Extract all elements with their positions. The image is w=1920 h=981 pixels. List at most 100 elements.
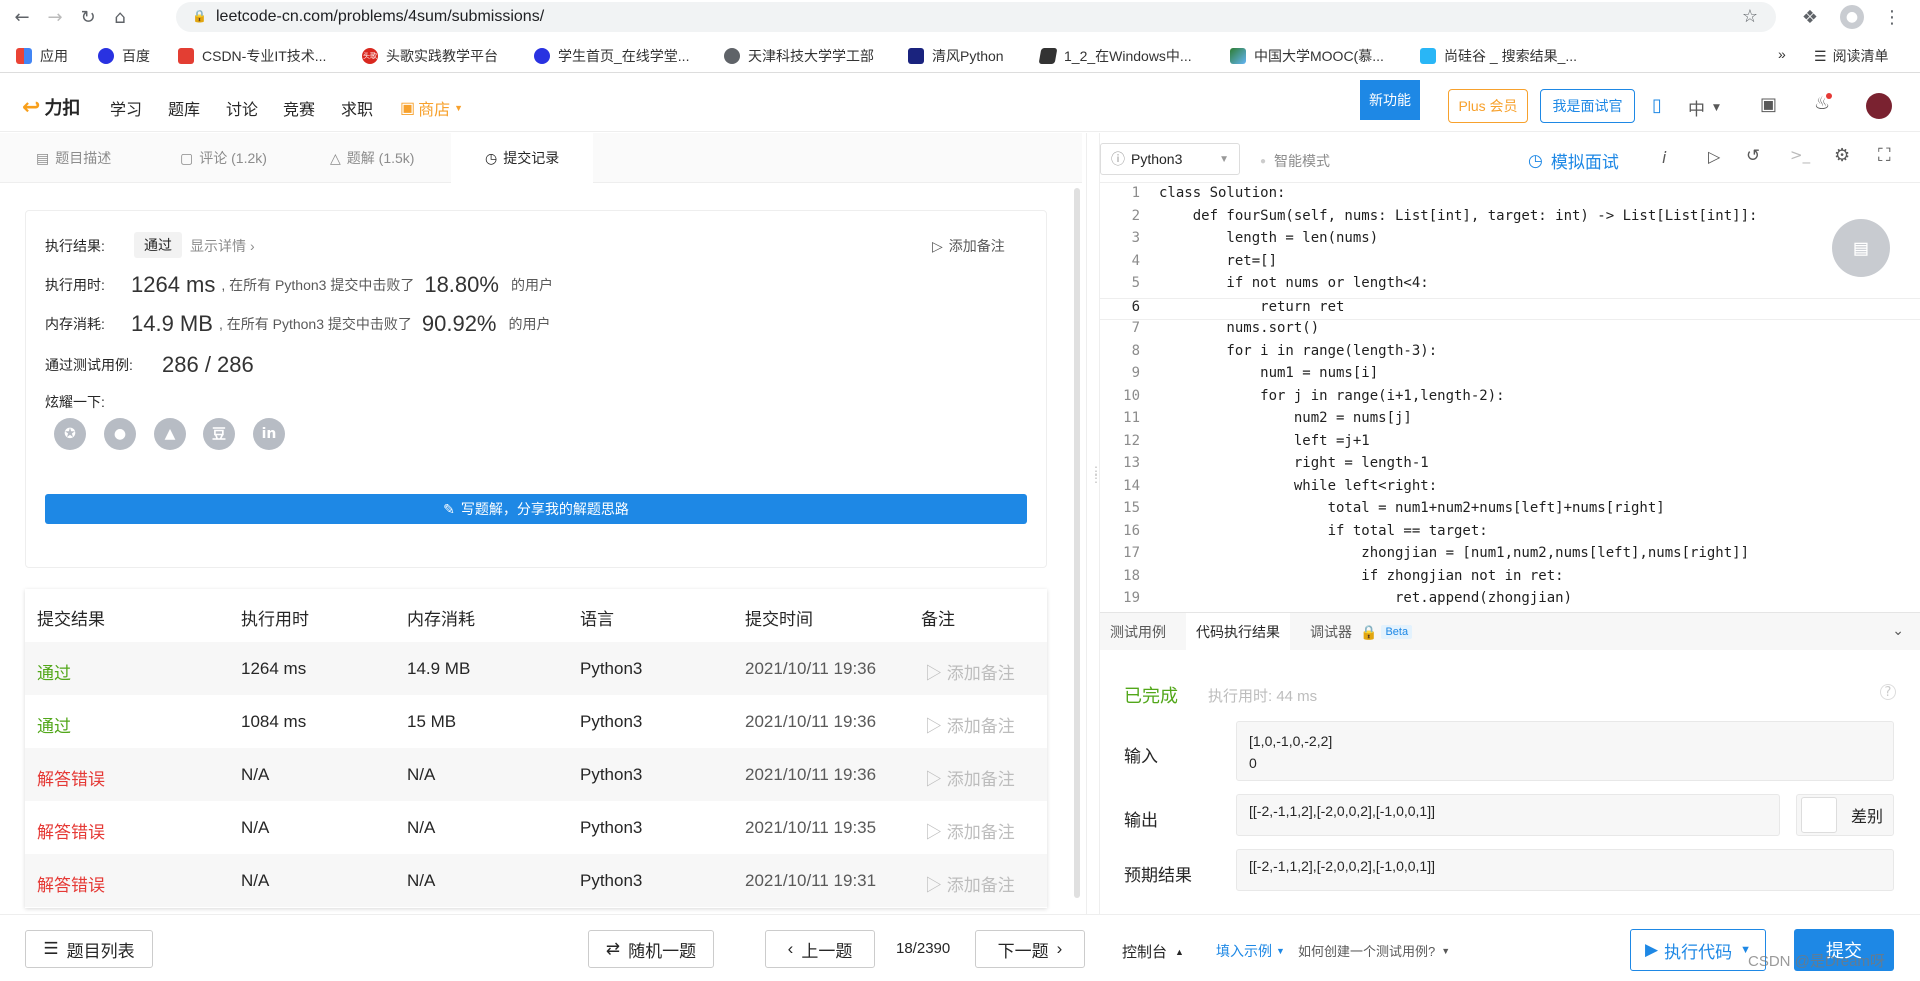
code-line: 13 right = length-1 bbox=[1123, 455, 1429, 471]
code-line: 17 zhongjian = [num1,num2,nums[left],num… bbox=[1123, 545, 1750, 561]
tab-comments[interactable]: ▢ 评论 (1.2k) bbox=[180, 133, 267, 183]
address-bar[interactable]: 🔒 leetcode-cn.com/problems/4sum/submissi… bbox=[176, 2, 1776, 32]
nav-jobs[interactable]: 求职 bbox=[341, 96, 373, 120]
globe-icon bbox=[724, 48, 740, 64]
nav-contest[interactable]: 竞赛 bbox=[283, 96, 315, 120]
bookmark-windows[interactable]: 1_2_在Windows中... bbox=[1038, 46, 1192, 66]
info-icon[interactable]: i bbox=[1662, 148, 1666, 167]
language-switch[interactable]: 中 ▼ bbox=[1688, 95, 1720, 120]
notes-floating-icon[interactable]: ▤ bbox=[1832, 219, 1890, 277]
nav-learn[interactable]: 学习 bbox=[110, 96, 142, 120]
douban-icon[interactable]: 豆 bbox=[203, 418, 235, 450]
memory-percentile: 90.92% bbox=[421, 311, 497, 336]
reading-list[interactable]: ☰ 阅读清单 bbox=[1814, 46, 1889, 66]
diff-switch[interactable] bbox=[1801, 797, 1837, 833]
bookmark-xuetang[interactable]: 学生首页_在线学堂... bbox=[534, 46, 689, 66]
left-scrollbar[interactable] bbox=[1074, 188, 1080, 898]
row-add-note[interactable]: ▷ 添加备注 bbox=[925, 818, 1015, 843]
star-icon[interactable]: ☆ bbox=[1742, 6, 1758, 27]
app-header: ↩ 力扣 学习 题库 讨论 竞赛 求职 ▣ 商店 ▼ 新功能 Plus 会员 我是面… bbox=[0, 80, 1920, 132]
profile-icon[interactable]: ● bbox=[1840, 5, 1864, 29]
row-add-note[interactable]: ▷ 添加备注 bbox=[925, 659, 1015, 684]
smart-mode-toggle[interactable]: ● 智能模式 bbox=[1260, 151, 1330, 171]
table-row[interactable]: 通过 1084 ms 15 MB Python3 2021/10/11 19:3… bbox=[25, 695, 1047, 748]
language-select[interactable]: ⓘ Python3 ▼ bbox=[1100, 143, 1240, 175]
mock-interview-button[interactable]: ◷ 模拟面试 bbox=[1528, 148, 1619, 173]
reload-icon[interactable]: ↻ bbox=[76, 5, 100, 29]
settings-icon[interactable]: ⚙ bbox=[1834, 145, 1850, 166]
csdn-icon bbox=[178, 48, 194, 64]
bookmark-shangguigu[interactable]: 尚硅谷 _ 搜索结果_... bbox=[1420, 46, 1577, 66]
collapse-icon[interactable]: ⌄ bbox=[1892, 623, 1904, 639]
logo[interactable]: ↩ 力扣 bbox=[22, 94, 80, 120]
tab-run-result[interactable]: 代码执行结果 bbox=[1186, 613, 1290, 651]
prev-problem-button[interactable]: ‹ 上一题 bbox=[765, 930, 875, 968]
description-icon: ▤ bbox=[36, 149, 50, 166]
bookmarks-overflow[interactable]: » bbox=[1778, 46, 1786, 62]
fill-example-button[interactable]: 填入示例 ▼ bbox=[1216, 941, 1285, 961]
clock-icon: ◷ bbox=[485, 149, 498, 166]
table-row[interactable]: 通过 1264 ms 14.9 MB Python3 2021/10/11 19… bbox=[25, 642, 1047, 695]
bell-icon[interactable]: ♨ bbox=[1814, 93, 1832, 114]
show-details-link[interactable]: 显示详情 › bbox=[190, 236, 255, 256]
bookmark-qingfeng[interactable]: 清风Python bbox=[908, 46, 1004, 66]
code-line: 1 class Solution: bbox=[1131, 185, 1286, 201]
home-icon[interactable]: ⌂ bbox=[108, 5, 132, 29]
testcases-value: 286 / 286 bbox=[162, 352, 254, 377]
tab-debugger[interactable]: 调试器 🔒 Beta bbox=[1310, 613, 1413, 651]
code-editor[interactable]: 1 class Solution: 2 def fourSum(self, num… bbox=[1100, 183, 1920, 607]
weibo-icon[interactable]: ● bbox=[104, 418, 136, 450]
next-problem-button[interactable]: 下一题 › bbox=[975, 930, 1085, 968]
avatar[interactable] bbox=[1866, 93, 1892, 119]
bookmark-mooc[interactable]: 中国大学MOOC(慕... bbox=[1230, 46, 1384, 66]
back-icon[interactable]: ← bbox=[10, 5, 34, 29]
bookmark-touge[interactable]: 头歌 头歌实践教学平台 bbox=[362, 46, 498, 66]
extensions-icon[interactable]: ❖ bbox=[1798, 5, 1822, 29]
output-box: [[-2,-1,1,2],[-2,0,0,2],[-1,0,0,1]] bbox=[1236, 794, 1780, 836]
qq-icon[interactable]: ▲ bbox=[154, 418, 186, 450]
how-create-testcase[interactable]: 如何创建一个测试用例? ▼ bbox=[1298, 941, 1450, 960]
nav-store[interactable]: ▣ 商店 ▼ bbox=[400, 96, 463, 120]
console-window-icon[interactable]: ▣ bbox=[1760, 94, 1777, 115]
nav-problems[interactable]: 题库 bbox=[168, 96, 200, 120]
menu-icon[interactable]: ⋮ bbox=[1880, 5, 1904, 29]
panel-divider[interactable]: ⋮ ⋮ bbox=[1086, 133, 1102, 914]
linkedin-icon[interactable]: in bbox=[253, 418, 285, 450]
bookmark-tust[interactable]: 天津科技大学学工部 bbox=[724, 46, 874, 66]
code-line: 2 def fourSum(self, nums: List[int], tar… bbox=[1131, 207, 1758, 224]
bookmark-apps[interactable]: 应用 bbox=[16, 46, 68, 66]
tab-submissions[interactable]: ◷ 提交记录 bbox=[451, 133, 594, 183]
mobile-icon[interactable]: ▯ bbox=[1652, 95, 1662, 116]
table-row[interactable]: 解答错误 N/A N/A Python3 2021/10/11 19:36 ▷ … bbox=[25, 748, 1047, 801]
console-toggle[interactable]: 控制台 ▲ bbox=[1122, 941, 1184, 962]
add-note-button[interactable]: ▷ 添加备注 bbox=[932, 236, 1005, 256]
row-add-note[interactable]: ▷ 添加备注 bbox=[925, 765, 1015, 790]
diff-toggle[interactable]: 差别 bbox=[1796, 794, 1894, 836]
random-problem-button[interactable]: ⇄ 随机一题 bbox=[588, 930, 714, 968]
tab-description[interactable]: ▤ 题目描述 bbox=[36, 133, 111, 183]
run-code-button[interactable]: ▶ 执行代码 ▼ bbox=[1630, 929, 1766, 971]
tv-icon bbox=[1420, 48, 1436, 64]
wechat-icon[interactable]: ✪ bbox=[54, 418, 86, 450]
plus-member-button[interactable]: Plus 会员 bbox=[1448, 89, 1528, 123]
interviewer-button[interactable]: 我是面试官 bbox=[1540, 89, 1635, 123]
table-row[interactable]: 解答错误 N/A N/A Python3 2021/10/11 19:31 ▷ … bbox=[25, 854, 1047, 907]
terminal-icon[interactable]: >_ bbox=[1790, 146, 1810, 164]
bookmark-baidu[interactable]: 百度 bbox=[98, 46, 150, 66]
reset-icon[interactable]: ↺ bbox=[1746, 146, 1760, 166]
tab-solutions[interactable]: △ 题解 (1.5k) bbox=[330, 133, 414, 183]
table-row[interactable]: 解答错误 N/A N/A Python3 2021/10/11 19:35 ▷ … bbox=[25, 801, 1047, 854]
fullscreen-icon[interactable]: ⛶ bbox=[1878, 145, 1891, 166]
row-add-note[interactable]: ▷ 添加备注 bbox=[925, 712, 1015, 737]
play-icon[interactable]: ▷ bbox=[1708, 147, 1720, 166]
forward-icon[interactable]: → bbox=[43, 5, 67, 29]
new-feature-badge[interactable]: 新功能 bbox=[1360, 80, 1420, 120]
tab-testcase[interactable]: 测试用例 bbox=[1110, 613, 1166, 651]
problem-list-button[interactable]: ☰ 题目列表 bbox=[25, 930, 153, 968]
bookmark-csdn[interactable]: CSDN-专业IT技术... bbox=[178, 46, 326, 66]
write-solution-button[interactable]: ✎ 写题解，分享我的解题思路 bbox=[45, 494, 1027, 524]
row-add-note[interactable]: ▷ 添加备注 bbox=[925, 871, 1015, 896]
nav-discuss[interactable]: 讨论 bbox=[226, 96, 258, 120]
mooc-icon bbox=[1230, 48, 1246, 64]
help-icon[interactable]: ? bbox=[1880, 684, 1896, 700]
